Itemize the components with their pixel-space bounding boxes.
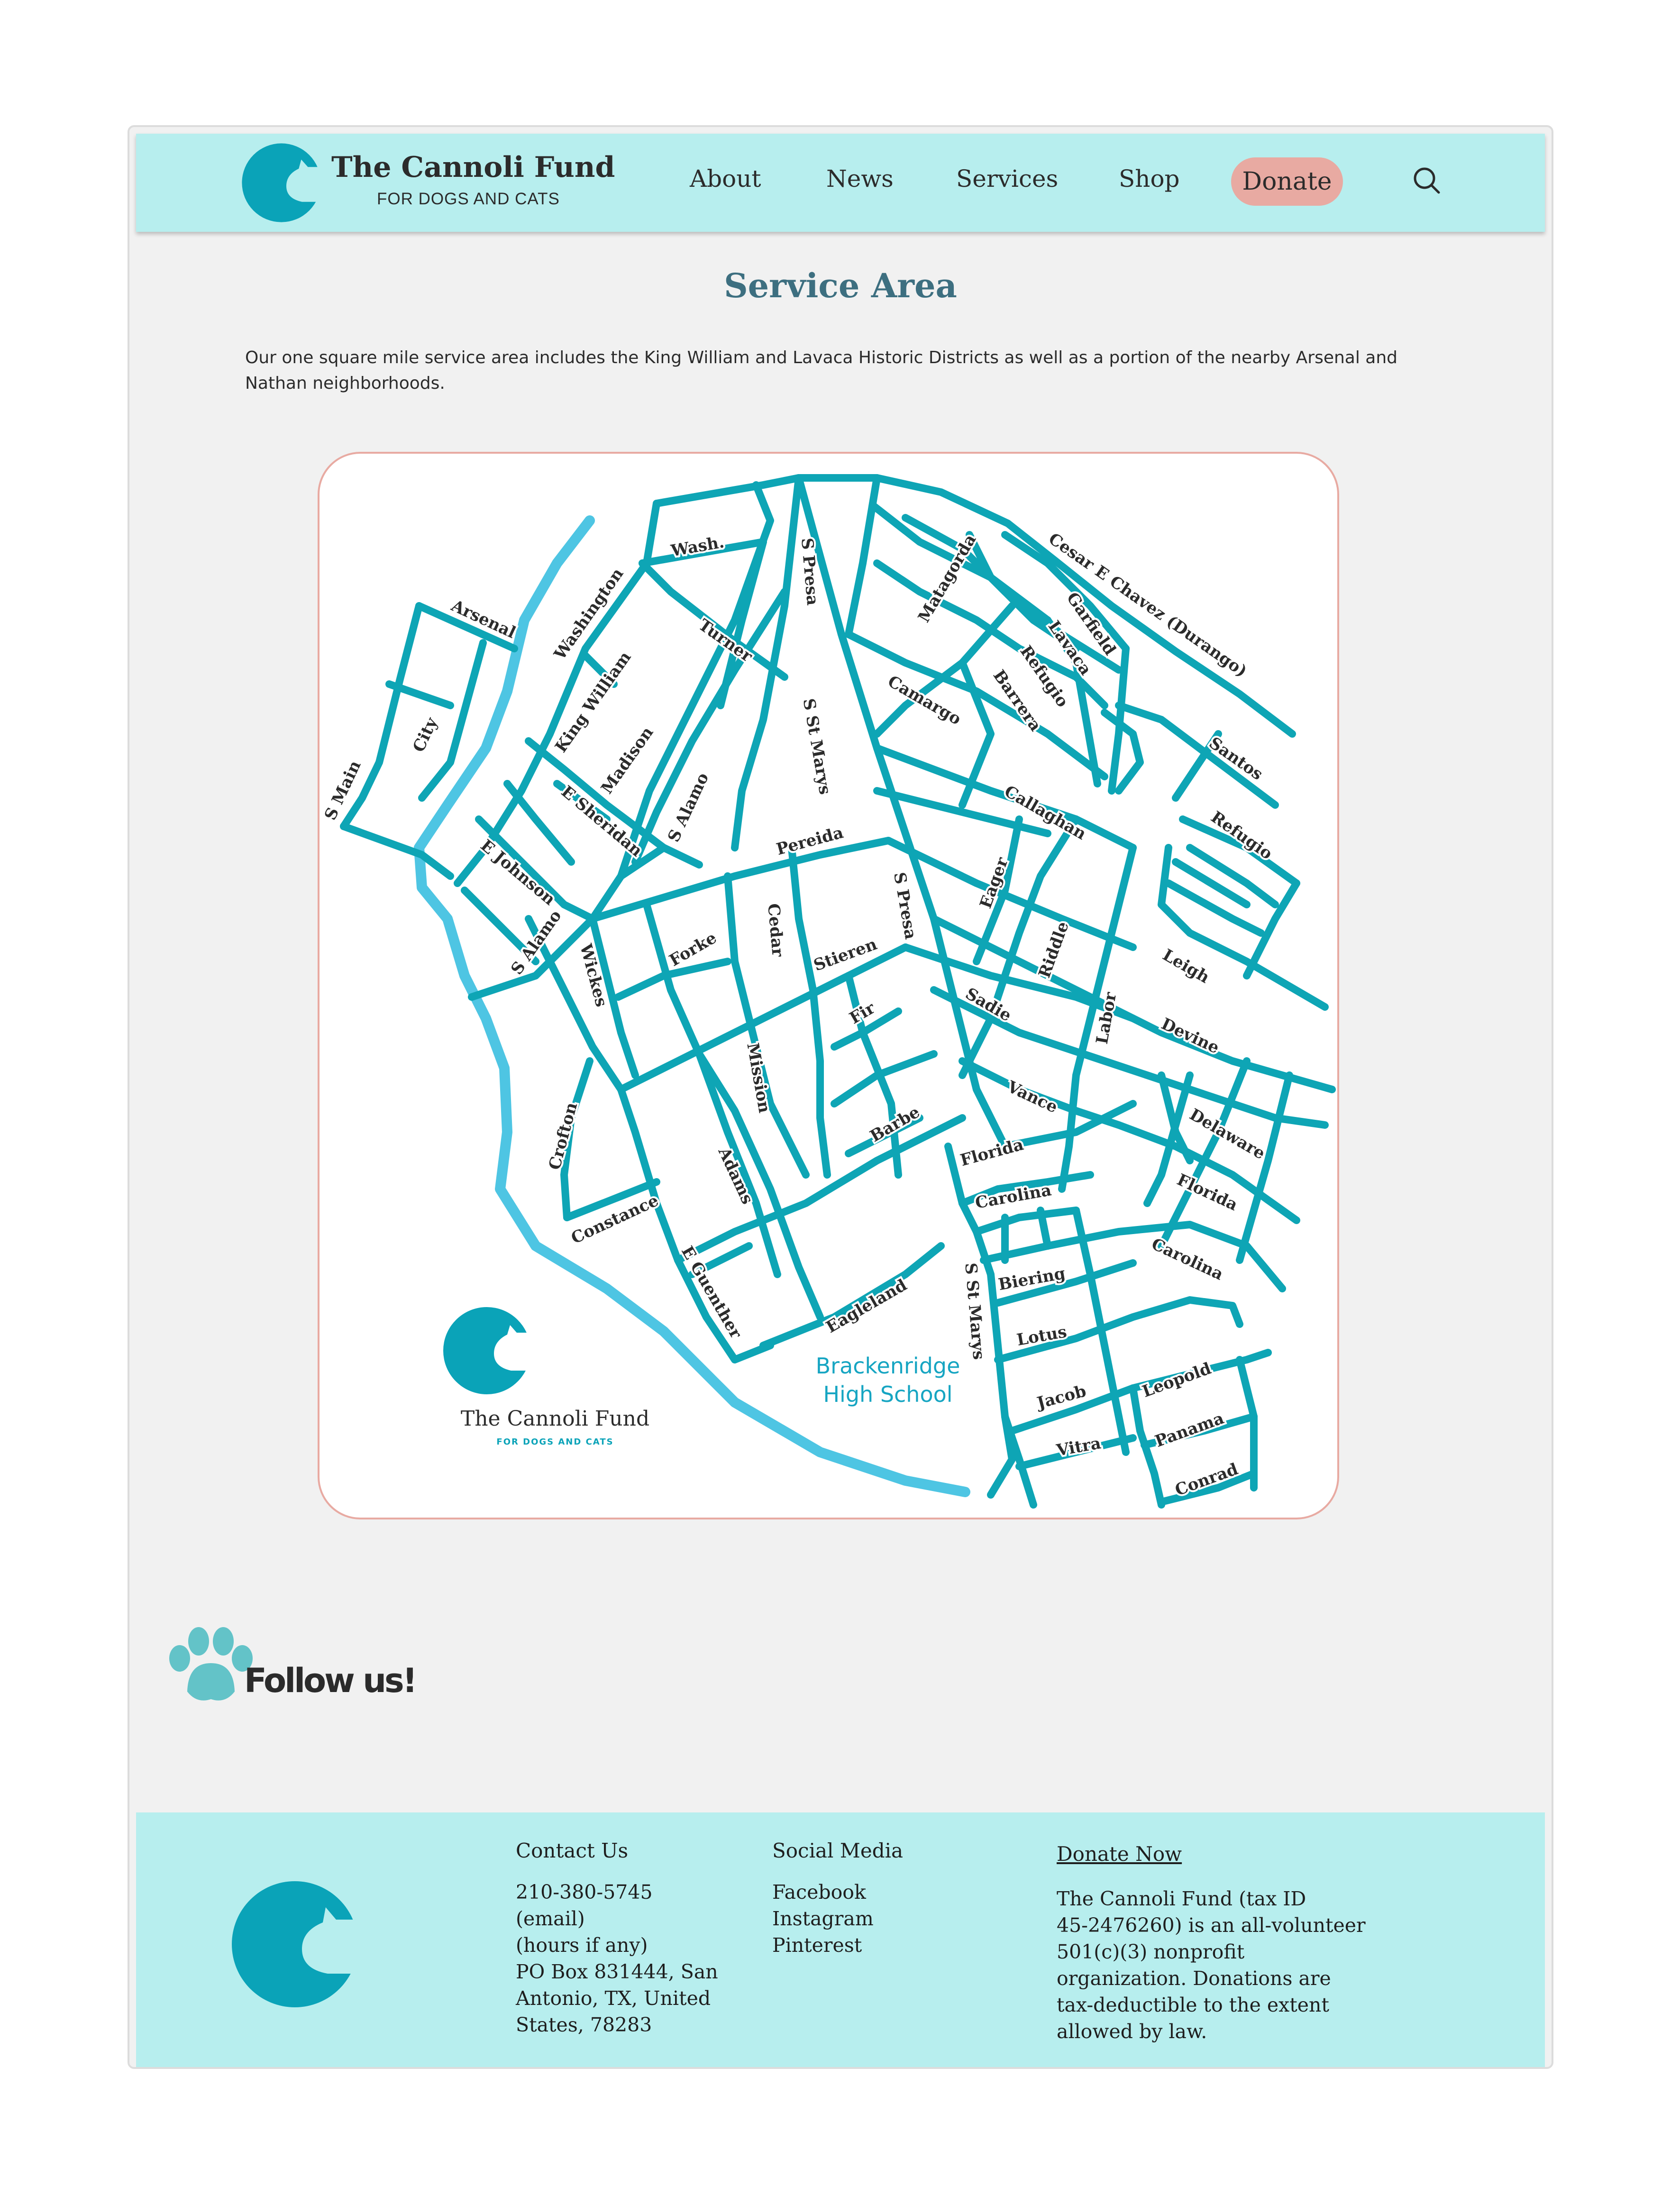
street-label: Crofton (545, 1100, 581, 1172)
site-footer: Contact Us 210-380-5745 (email) (hours i… (136, 1812, 1545, 2067)
street-map-svg: Arsenal WashingtonWash.TurnerS Presa Matag… (320, 474, 1336, 1509)
page-frame: The Cannoli Fund FOR DOGS AND CATS About… (128, 125, 1553, 2069)
contact-address-line: Antonio, TX, United (516, 1987, 711, 2010)
donate-info-line: tax-deductible to the extent (1057, 1994, 1329, 2016)
map-logo (443, 1307, 532, 1394)
contact-address-line: States, 78283 (516, 2013, 652, 2036)
street-label: S Presa (890, 871, 920, 941)
street-label: Mission (743, 1042, 774, 1115)
pinterest-link[interactable]: Pinterest (772, 1932, 903, 1958)
landmark-label-line1: Brackenridge (816, 1353, 960, 1379)
contact-heading: Contact Us (516, 1839, 629, 1862)
contact-email[interactable]: (email) (516, 1905, 718, 1932)
street-label: Florida (958, 1135, 1025, 1170)
street-label: S Main (321, 758, 365, 823)
contact-hours: (hours if any) (516, 1934, 648, 1957)
intro-paragraph: Our one square mile service area include… (245, 348, 1398, 393)
brand-name[interactable]: The Cannoli Fund (331, 153, 615, 182)
street-label: S St Marys (799, 697, 834, 796)
contact-phone[interactable]: 210-380-5745 (516, 1879, 718, 1905)
search-icon[interactable] (1411, 165, 1442, 195)
street-line (1172, 858, 1251, 908)
nav-about[interactable]: About (690, 167, 761, 191)
street-label: Vitra (1055, 1434, 1103, 1460)
street-label: Eagleland (823, 1276, 910, 1337)
donate-column: Donate Now The Cannoli Fund (tax ID 45-2… (1057, 1841, 1366, 2045)
social-column: Social Media Facebook Instagram Pinteres… (772, 1841, 903, 1958)
nav-shop[interactable]: Shop (1119, 167, 1180, 191)
street-line (1236, 1071, 1293, 1264)
street-line (1115, 702, 1279, 809)
street-line (973, 1228, 1016, 1499)
street-label: Vance (1004, 1077, 1061, 1117)
donate-info-line: 501(c)(3) nonprofit (1057, 1940, 1245, 1963)
page-title: Service Area (724, 266, 957, 305)
street-label: E Johnson (477, 836, 559, 909)
street-label: Carolina (1149, 1235, 1226, 1284)
street-label: Panama (1152, 1409, 1226, 1451)
contact-address-line: PO Box 831444, San (516, 1960, 718, 1983)
street-line (340, 602, 423, 830)
map-logo-tagline: FOR DOGS AND CATS (496, 1437, 613, 1447)
brand-tagline: FOR DOGS AND CATS (377, 190, 560, 208)
street-label: Cedar (764, 903, 787, 958)
street-line (845, 474, 881, 638)
map-logo-name: The Cannoli Fund (461, 1407, 649, 1431)
cat-logo-icon[interactable] (231, 1878, 359, 2011)
facebook-link[interactable]: Facebook (772, 1879, 903, 1905)
street-line (973, 1207, 1080, 1235)
street-line (1158, 1057, 1251, 1250)
street-label: Leopold (1140, 1359, 1214, 1401)
social-heading: Social Media (772, 1839, 904, 1862)
street-line (759, 1242, 945, 1349)
donate-info-line: 45-2476260) is an all-volunteer (1057, 1914, 1366, 1937)
donate-info-line: organization. Donations are (1057, 1967, 1331, 1990)
landmark-label-line2: High School (823, 1382, 952, 1407)
donate-now-link[interactable]: Donate Now (1057, 1842, 1182, 1866)
street-label: City (409, 714, 442, 755)
street-line (475, 815, 596, 923)
street-label: S St Marys (961, 1262, 988, 1361)
donate-info-line: allowed by law. (1057, 2020, 1207, 2043)
follow-us-link[interactable]: Follow us! (244, 1664, 418, 1697)
site-header: The Cannoli Fund FOR DOGS AND CATS About… (136, 134, 1545, 232)
street-label: Turner (695, 615, 757, 666)
donate-info-line: The Cannoli Fund (tax ID (1057, 1887, 1306, 1910)
street-label: Riddle (1035, 919, 1073, 981)
street-label: Devine (1158, 1015, 1222, 1058)
nav-services[interactable]: Services (956, 167, 1058, 191)
street-line (788, 844, 831, 1179)
donate-button[interactable]: Donate (1231, 157, 1343, 206)
street-line (643, 500, 660, 567)
contact-column: Contact Us 210-380-5745 (email) (hours i… (516, 1841, 718, 2038)
nav-news[interactable]: News (826, 167, 894, 191)
street-label: Leigh (1160, 945, 1213, 987)
service-area-map: Arsenal Washington Wash. Turner S Presa Matag… (318, 452, 1339, 1519)
cat-logo-icon[interactable] (240, 141, 323, 224)
instagram-link[interactable]: Instagram (772, 1905, 903, 1932)
